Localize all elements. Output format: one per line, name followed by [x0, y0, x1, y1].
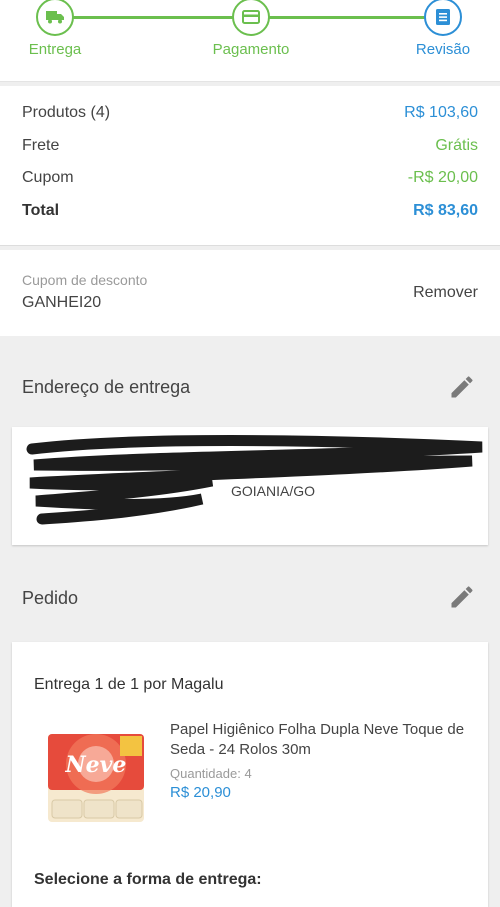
step-label: Pagamento	[212, 41, 290, 58]
order-card: Entrega 1 de 1 por Magalu Neve Papel Hig…	[12, 642, 488, 907]
order-summary: Produtos (4) R$ 103,60 Frete Grátis Cupo…	[0, 86, 500, 246]
quantity-label: Quantidade:	[170, 766, 241, 781]
quantity-value: 4	[244, 766, 252, 781]
product-image[interactable]: Neve	[46, 730, 146, 826]
step-label: Revisão	[415, 41, 471, 58]
edit-order-pencil-icon[interactable]	[448, 583, 476, 611]
summary-row-products: Produtos (4) R$ 103,60	[22, 104, 478, 137]
card-icon	[232, 0, 270, 36]
coupon-section: Cupom de desconto GANHEI20 Remover	[0, 250, 500, 336]
products-label: Produtos (4)	[22, 104, 111, 121]
coupon-code: GANHEI20	[22, 294, 102, 311]
step-entrega[interactable]: Entrega	[0, 0, 110, 58]
delivery-title: Entrega 1 de 1 por Magalu	[34, 676, 224, 693]
coupon-value: -R$ 20,00	[407, 169, 478, 186]
step-label: Entrega	[28, 41, 82, 58]
product-price: R$ 20,90	[170, 784, 231, 801]
products-value: R$ 103,60	[404, 104, 478, 121]
shipping-label: Frete	[22, 136, 60, 154]
summary-row-total: Total R$ 83,60	[22, 202, 478, 235]
coupon-field-label: Cupom de desconto	[22, 272, 148, 288]
shipping-value: Grátis	[435, 136, 478, 154]
truck-icon	[36, 0, 74, 36]
list-icon	[424, 0, 462, 36]
total-value: R$ 83,60	[413, 201, 478, 219]
select-shipping-label: Selecione a forma de entrega:	[34, 871, 262, 888]
address-section-title: Endereço de entrega	[22, 377, 191, 397]
edit-address-pencil-icon[interactable]	[448, 373, 476, 401]
product-quantity: Quantidade: 4	[170, 766, 252, 781]
step-pagamento[interactable]: Pagamento	[196, 0, 306, 58]
total-label: Total	[22, 201, 60, 219]
coupon-label: Cupom	[22, 169, 74, 186]
address-city: GOIANIA/GO	[231, 483, 316, 499]
summary-row-coupon: Cupom -R$ 20,00	[22, 169, 478, 202]
checkout-stepper: Entrega Pagamento Revisão	[0, 0, 500, 82]
remove-coupon-button[interactable]: Remover	[413, 284, 478, 302]
order-section-title: Pedido	[22, 588, 79, 608]
product-name[interactable]: Papel Higiênico Folha Dupla Neve Toque d…	[170, 720, 470, 760]
address-card: GOIANIA/GO	[12, 427, 488, 545]
product-brand-text: Neve	[65, 752, 127, 778]
summary-row-shipping: Frete Grátis	[22, 137, 478, 170]
step-revisao[interactable]: Revisão	[388, 0, 498, 58]
